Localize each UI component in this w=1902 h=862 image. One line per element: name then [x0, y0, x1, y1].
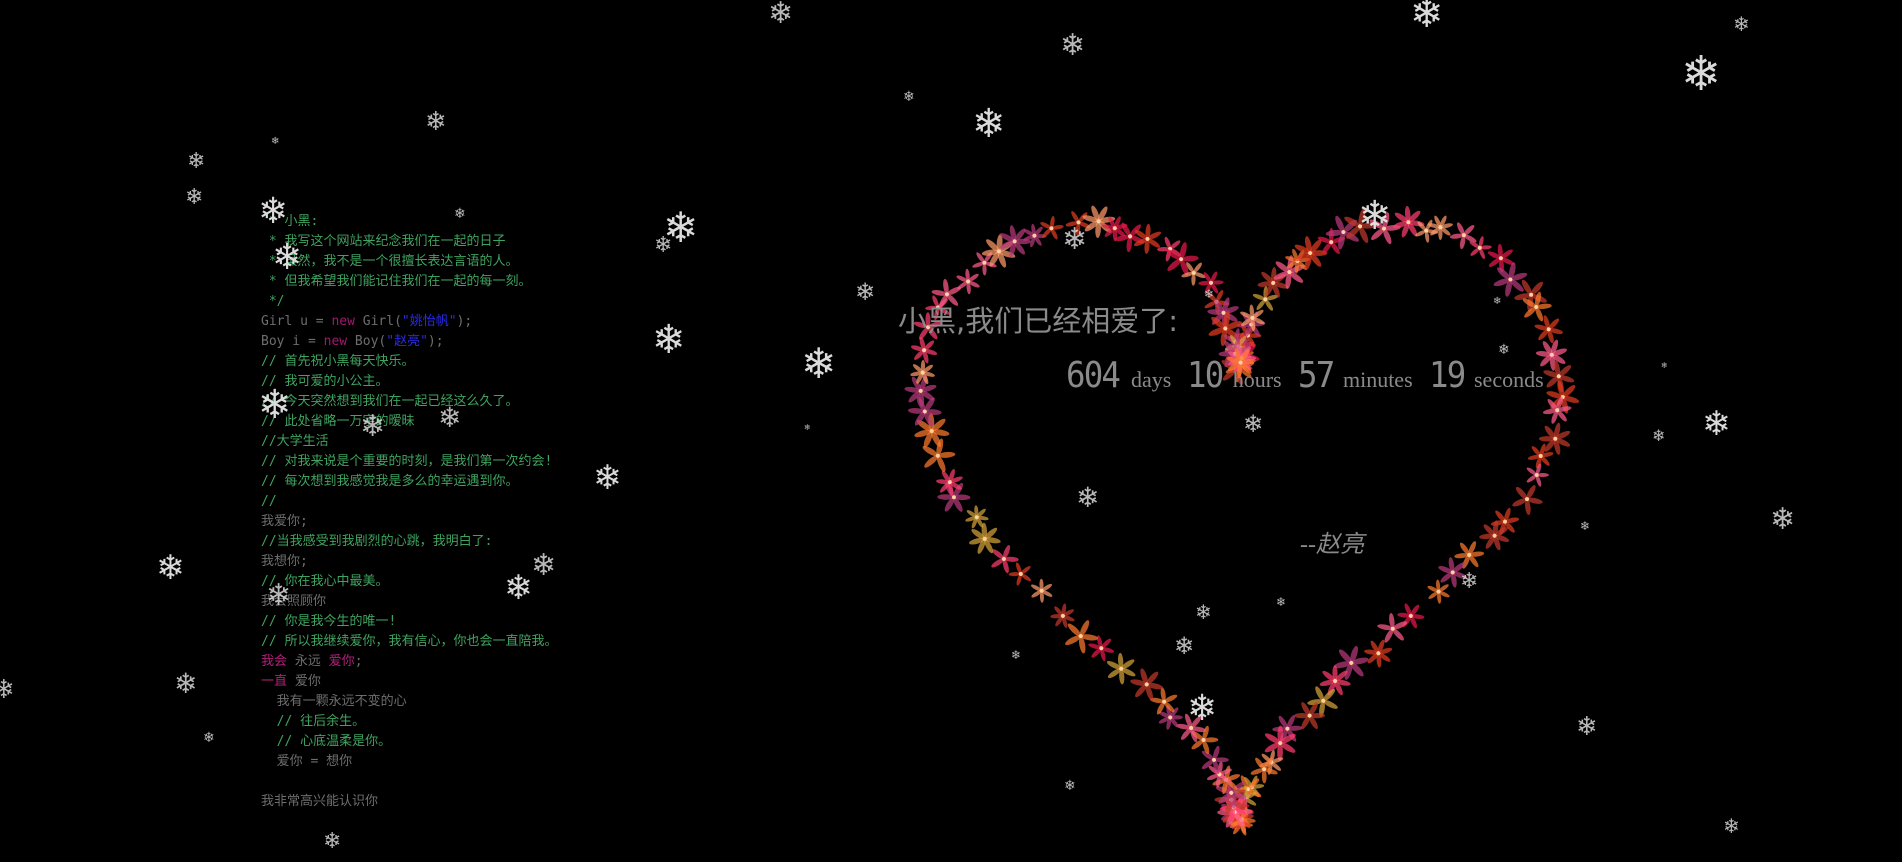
flower-petal-icon	[1427, 579, 1450, 604]
code-line: // 今天突然想到我们在一起已经这么久了。	[261, 392, 557, 412]
love-title: 小黑,我们已经相爱了:	[898, 304, 1178, 338]
code-panel: * 小黑: * 我写这个网站来纪念我们在一起的日子 * 虽然，我不是一个很擅长表…	[261, 212, 557, 812]
code-token: new	[323, 334, 348, 349]
code-token: // 对我来说是个重要的时刻，是我们第一次约会!	[261, 454, 553, 469]
code-token: 爱你	[328, 654, 355, 669]
code-line: //	[261, 492, 557, 512]
code-token: Boy i =	[261, 334, 324, 349]
code-line: // 往后余生。	[261, 712, 557, 732]
code-token: //	[261, 494, 277, 509]
code-line: // 你在我心中最美。	[261, 572, 557, 592]
code-line: // 我可爱的小公主。	[261, 372, 557, 392]
timer-hours: 10	[1187, 355, 1224, 396]
code-line: 我有一颗永远不变的心	[261, 692, 557, 712]
timer-seconds-label: seconds	[1474, 367, 1544, 392]
code-line: //当我感受到我剧烈的心跳，我明白了:	[261, 532, 557, 552]
flower-petal-icon	[1031, 578, 1053, 603]
code-token: 我有一颗永远不变的心	[261, 694, 407, 709]
timer-days-label: days	[1131, 367, 1172, 392]
code-token: "赵亮"	[386, 334, 428, 349]
code-token: //大学生活	[261, 434, 329, 449]
code-line: // 首先祝小黑每天快乐。	[261, 352, 557, 372]
code-token: 我想你;	[261, 554, 308, 569]
code-token: // 我可爱的小公主。	[261, 374, 389, 389]
code-token: 我会	[261, 654, 288, 669]
code-token: * 但我希望我们能记住我们在一起的每一刻。	[261, 274, 532, 289]
code-token: 爱你 = 想你	[261, 754, 353, 769]
code-line: // 所以我继续爱你，我有信心，你也会一直陪我。	[261, 632, 557, 652]
timer-minutes-label: minutes	[1342, 367, 1413, 392]
flower-petal-icon	[956, 268, 980, 295]
code-token: 永远	[287, 654, 329, 669]
flower-petal-icon	[936, 469, 963, 496]
code-line: 我非常高兴能认识你	[261, 792, 557, 812]
code-token: // 每次想到我感觉我是多么的幸运遇到你。	[261, 474, 519, 489]
code-line: 爱你 = 想你	[261, 752, 557, 772]
code-line: 我爱你;	[261, 512, 557, 532]
signature: --赵亮	[1300, 532, 1364, 558]
code-line: */	[261, 292, 557, 312]
flower-petal-icon	[1065, 210, 1091, 236]
code-token: new	[331, 314, 355, 329]
code-token: 我非常高兴能认识你	[261, 794, 379, 809]
code-token: 爱你	[287, 674, 321, 689]
code-token: // 首先祝小黑每天快乐。	[261, 354, 415, 369]
code-line: // 每次想到我感觉我是多么的幸运遇到你。	[261, 472, 557, 492]
elapsed-timer: 604 days 10 hours 57 minutes 19 seconds	[1066, 355, 1560, 396]
code-token: Boy(	[347, 334, 387, 349]
code-token: * 小黑:	[261, 214, 319, 229]
flower-petal-icon	[1364, 639, 1393, 668]
code-token: // 往后余生。	[261, 714, 366, 729]
code-line: 一直 爱你	[261, 672, 557, 692]
code-line: 我想你;	[261, 552, 557, 572]
code-token: "姚怡帆"	[401, 314, 457, 329]
code-token: //当我感受到我剧烈的心跳，我明白了:	[261, 534, 493, 549]
code-line: Boy i = new Boy("赵亮");	[261, 332, 557, 352]
code-line: * 我写这个网站来纪念我们在一起的日子	[261, 232, 557, 252]
timer-days: 604	[1066, 355, 1121, 396]
timer-hours-label: hours	[1232, 367, 1282, 392]
code-token: // 你是我今生的唯一!	[261, 614, 397, 629]
code-line: //大学生活	[261, 432, 557, 452]
code-token: 我爱你;	[261, 514, 308, 529]
timer-seconds: 19	[1428, 355, 1466, 396]
code-line: // 此处省略一万字的暧昧	[261, 412, 557, 432]
code-line: // 心底温柔是你。	[261, 732, 557, 752]
code-token: );	[427, 334, 444, 349]
flower-petal-icon	[965, 505, 989, 529]
flower-petal-icon	[914, 413, 950, 448]
code-line: * 虽然，我不是一个很擅长表达言语的人。	[261, 252, 557, 272]
flower-petal-icon	[1534, 315, 1563, 344]
code-line: * 但我希望我们能记住我们在一起的每一刻。	[261, 272, 557, 292]
code-token: // 所以我继续爱你，我有信心，你也会一直陪我。	[261, 634, 558, 649]
code-token: );	[456, 314, 473, 329]
code-token: // 你在我心中最美。	[261, 574, 389, 589]
code-line: 我会照顾你	[261, 592, 557, 612]
code-token: 一直	[261, 674, 288, 689]
code-token: // 今天突然想到我们在一起已经这么久了。	[261, 394, 519, 409]
code-token: Girl(	[354, 314, 402, 329]
code-line: // 对我来说是个重要的时刻，是我们第一次约会!	[261, 452, 557, 472]
code-token: * 虽然，我不是一个很擅长表达言语的人。	[261, 254, 519, 269]
timer-minutes: 57	[1297, 355, 1335, 396]
flower-petal-icon	[1008, 562, 1032, 586]
code-token: // 此处省略一万字的暧昧	[261, 414, 415, 429]
code-line: 我会 永远 爱你;	[261, 652, 557, 672]
code-line: Girl u = new Girl("姚怡帆");	[261, 312, 557, 332]
code-token: ;	[354, 654, 363, 669]
code-token: 我会照顾你	[261, 594, 327, 609]
code-token: * 我写这个网站来纪念我们在一起的日子	[261, 234, 506, 249]
code-token: Girl u =	[261, 314, 332, 329]
code-token: // 心底温柔是你。	[261, 734, 392, 749]
code-line: * 小黑:	[261, 212, 557, 232]
code-token: */	[261, 294, 285, 309]
code-line: // 你是我今生的唯一!	[261, 612, 557, 632]
